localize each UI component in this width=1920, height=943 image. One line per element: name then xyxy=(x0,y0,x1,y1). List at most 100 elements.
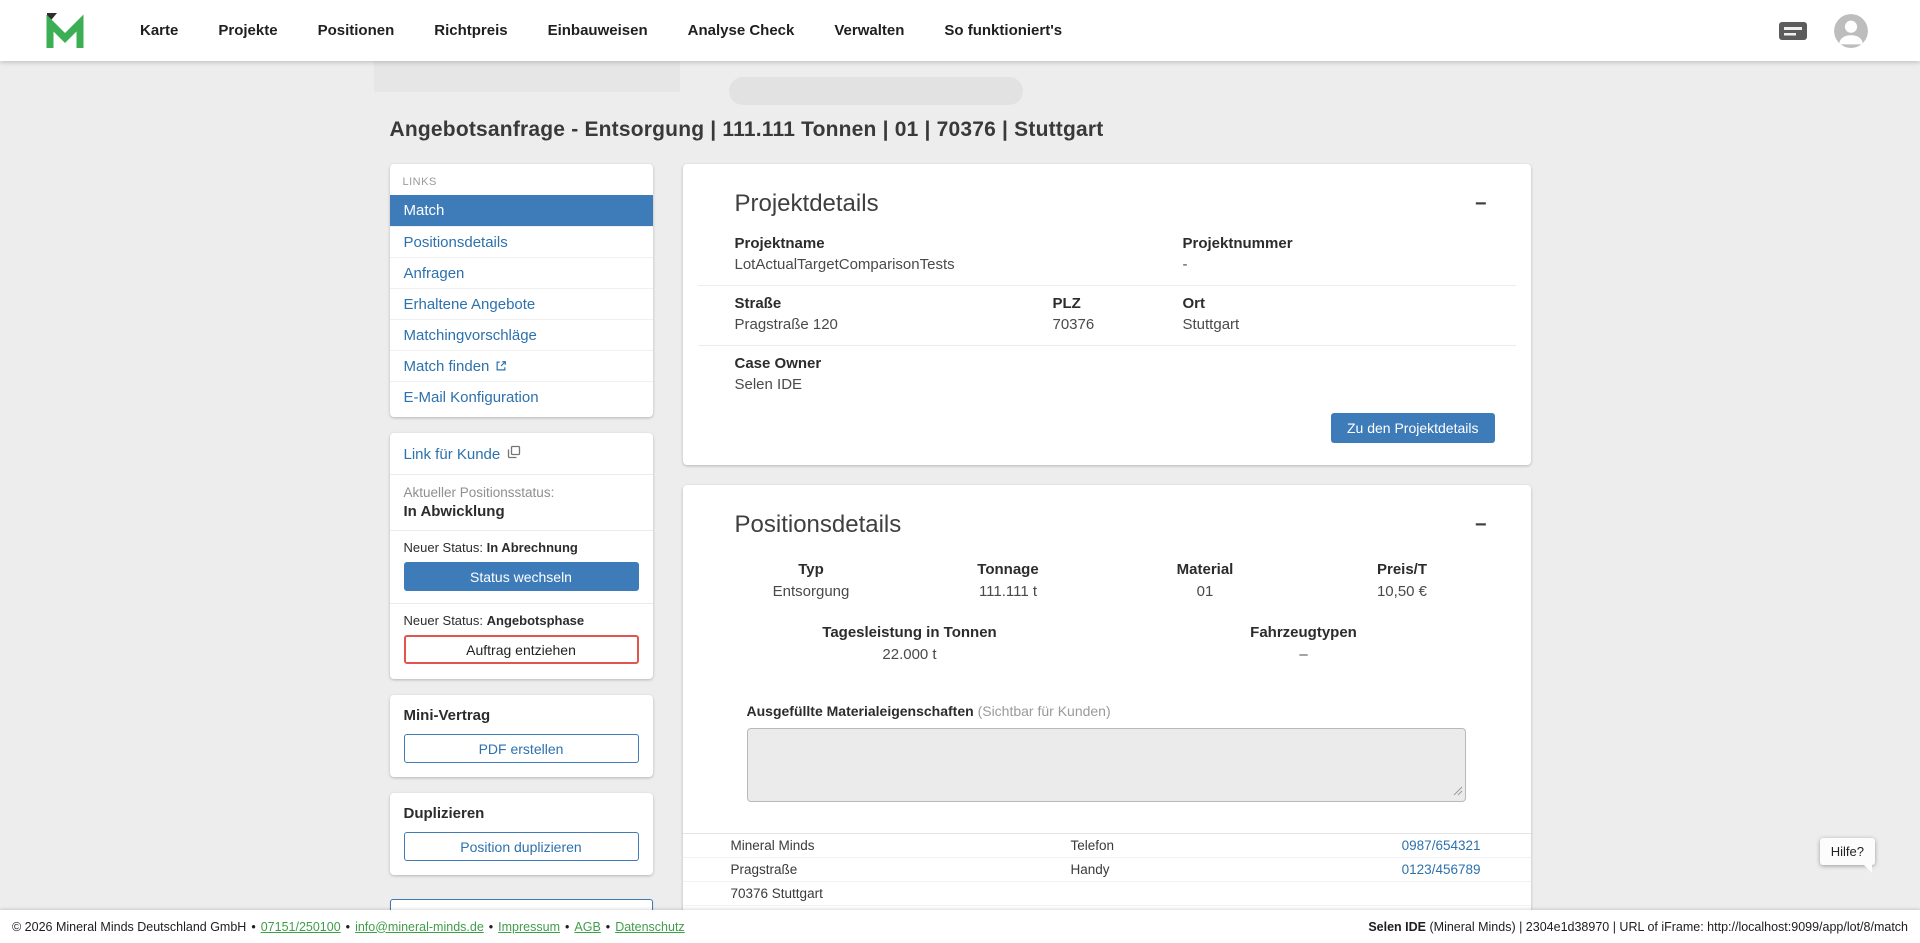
footer-separator: • xyxy=(565,920,569,934)
material-properties-textarea[interactable] xyxy=(747,728,1466,802)
mini-contract-heading: Mini-Vertrag xyxy=(404,707,639,724)
contact-block: Mineral Minds Telefon 0987/654321 Pragst… xyxy=(683,833,1531,906)
contact-street: Pragstraße xyxy=(731,861,1071,878)
nav-so-funktionierts[interactable]: So funktioniert's xyxy=(944,22,1062,39)
sidebar: LINKS Match Positionsdetails Anfragen Er… xyxy=(390,164,653,933)
field-case-owner: Case Owner Selen IDE xyxy=(735,355,1053,393)
field-row: Projektname LotActualTargetComparisonTes… xyxy=(698,226,1516,286)
nav-einbauweisen[interactable]: Einbauweisen xyxy=(548,22,648,39)
contact-phone-link[interactable]: 0987/654321 xyxy=(1311,837,1481,854)
to-project-details-button[interactable]: Zu den Projektdetails xyxy=(1331,413,1495,443)
stat-value: 10,50 € xyxy=(1304,583,1501,600)
footer-impressum-link[interactable]: Impressum xyxy=(498,920,560,934)
sidebar-item-label: E-Mail Konfiguration xyxy=(404,389,539,406)
nav-verwalten[interactable]: Verwalten xyxy=(834,22,904,39)
new-status-value: In Abrechnung xyxy=(487,540,578,555)
new-status-line: Neuer Status: In Abrechnung xyxy=(404,540,639,555)
footer-agb-link[interactable]: AGB xyxy=(574,920,600,934)
nav-analyse-check[interactable]: Analyse Check xyxy=(688,22,795,39)
nav-projekte[interactable]: Projekte xyxy=(218,22,277,39)
footer-separator: • xyxy=(251,920,255,934)
copyright-text: © 2026 Mineral Minds Deutschland GmbH xyxy=(12,920,246,934)
footer-phone-link[interactable]: 07151/250100 xyxy=(261,920,341,934)
field-row: Straße Pragstraße 120 PLZ 70376 Ort Stut… xyxy=(698,286,1516,346)
nav-richtpreis[interactable]: Richtpreis xyxy=(434,22,507,39)
sidebar-item-label: Match finden xyxy=(404,358,490,375)
contact-phone-label: Telefon xyxy=(1071,837,1311,854)
links-heading: LINKS xyxy=(390,174,653,195)
new-status-value: Angebotsphase xyxy=(487,613,585,628)
customer-link-label: Link für Kunde xyxy=(404,446,501,463)
position-details-title: Positionsdetails xyxy=(735,511,902,539)
customer-link[interactable]: Link für Kunde xyxy=(404,445,639,474)
create-pdf-button[interactable]: PDF erstellen xyxy=(404,734,639,763)
withdraw-order-button[interactable]: Auftrag entziehen xyxy=(404,635,639,664)
links-menu-card: LINKS Match Positionsdetails Anfragen Er… xyxy=(390,164,653,417)
sidebar-item-email-konfiguration[interactable]: E-Mail Konfiguration xyxy=(390,381,653,412)
contact-mobile-link[interactable]: 0123/456789 xyxy=(1311,861,1481,878)
contact-mobile-label: Handy xyxy=(1071,861,1311,878)
field-row: Case Owner Selen IDE xyxy=(698,346,1516,405)
project-details-title: Projektdetails xyxy=(735,190,879,218)
field-projektname: Projektname LotActualTargetComparisonTes… xyxy=(735,235,1053,273)
contact-row: Mineral Minds Telefon 0987/654321 xyxy=(683,834,1531,858)
sidebar-item-match-finden[interactable]: Match finden xyxy=(390,350,653,381)
current-status-value: In Abwicklung xyxy=(404,503,639,520)
stat-value: – xyxy=(1107,646,1501,663)
field-value: - xyxy=(1183,256,1478,273)
project-details-panel: Projektdetails − Projektname LotActualTa… xyxy=(683,164,1531,465)
duplicate-heading: Duplizieren xyxy=(404,805,639,822)
material-properties-section: Ausgefüllte Materialeigenschaften (Sicht… xyxy=(683,703,1531,807)
sidebar-item-anfragen[interactable]: Anfragen xyxy=(390,257,653,288)
footer: © 2026 Mineral Minds Deutschland GmbH • … xyxy=(0,910,1920,943)
contact-row: 70376 Stuttgart xyxy=(683,882,1531,906)
current-status-label: Aktueller Positionsstatus: xyxy=(404,485,639,500)
footer-separator: • xyxy=(606,920,610,934)
position-details-panel: Positionsdetails − Typ Entsorgung Tonnag… xyxy=(683,485,1531,943)
stat-value: 01 xyxy=(1107,583,1304,600)
new-status-prefix: Neuer Status: xyxy=(404,540,484,555)
loading-placeholder xyxy=(374,61,680,92)
field-projektnummer: Projektnummer - xyxy=(1183,235,1478,273)
divider xyxy=(390,603,653,604)
navbar-right xyxy=(1778,14,1868,48)
stat-fahrzeugtypen: Fahrzeugtypen – xyxy=(1107,624,1501,663)
new-status-prefix: Neuer Status: xyxy=(404,613,484,628)
footer-datenschutz-link[interactable]: Datenschutz xyxy=(615,920,684,934)
copy-icon xyxy=(507,445,521,463)
stat-typ: Typ Entsorgung xyxy=(713,561,910,600)
stat-label: Typ xyxy=(713,561,910,578)
field-label: Case Owner xyxy=(735,355,1053,372)
sidebar-item-matchingvorschlaege[interactable]: Matchingvorschläge xyxy=(390,319,653,350)
main-nav: Karte Projekte Positionen Richtpreis Ein… xyxy=(140,22,1778,39)
field-label: Ort xyxy=(1183,295,1478,312)
help-button[interactable]: Hilfe? xyxy=(1820,838,1875,865)
page: Angebotsanfrage - Entsorgung | 111.111 T… xyxy=(0,0,1920,943)
sidebar-item-match[interactable]: Match xyxy=(390,195,653,226)
card-reader-icon[interactable] xyxy=(1778,19,1808,43)
collapse-icon[interactable]: − xyxy=(1475,194,1487,214)
nav-positionen[interactable]: Positionen xyxy=(318,22,395,39)
sidebar-item-positionsdetails[interactable]: Positionsdetails xyxy=(390,226,653,257)
top-navbar: Karte Projekte Positionen Richtpreis Ein… xyxy=(0,0,1920,61)
field-value: Selen IDE xyxy=(735,376,1053,393)
brand-logo[interactable] xyxy=(44,11,84,51)
user-avatar[interactable] xyxy=(1834,14,1868,48)
footer-email-link[interactable]: info@mineral-minds.de xyxy=(355,920,484,934)
footer-separator: • xyxy=(346,920,350,934)
change-status-button[interactable]: Status wechseln xyxy=(404,562,639,591)
stat-material: Material 01 xyxy=(1107,561,1304,600)
stat-label: Fahrzeugtypen xyxy=(1107,624,1501,641)
mini-contract-card: Mini-Vertrag PDF erstellen xyxy=(390,695,653,777)
sidebar-item-erhaltene-angebote[interactable]: Erhaltene Angebote xyxy=(390,288,653,319)
duplicate-position-button[interactable]: Position duplizieren xyxy=(404,832,639,861)
session-info: Selen IDE (Mineral Minds) | 2304e1d38970… xyxy=(1368,920,1908,934)
contact-city: 70376 Stuttgart xyxy=(731,885,1071,902)
sidebar-item-label: Match xyxy=(404,202,445,219)
nav-karte[interactable]: Karte xyxy=(140,22,178,39)
collapse-icon[interactable]: − xyxy=(1475,515,1487,535)
stat-value: Entsorgung xyxy=(713,583,910,600)
loading-placeholder xyxy=(729,77,1023,105)
contact-company: Mineral Minds xyxy=(731,837,1071,854)
field-label: PLZ xyxy=(1053,295,1183,312)
